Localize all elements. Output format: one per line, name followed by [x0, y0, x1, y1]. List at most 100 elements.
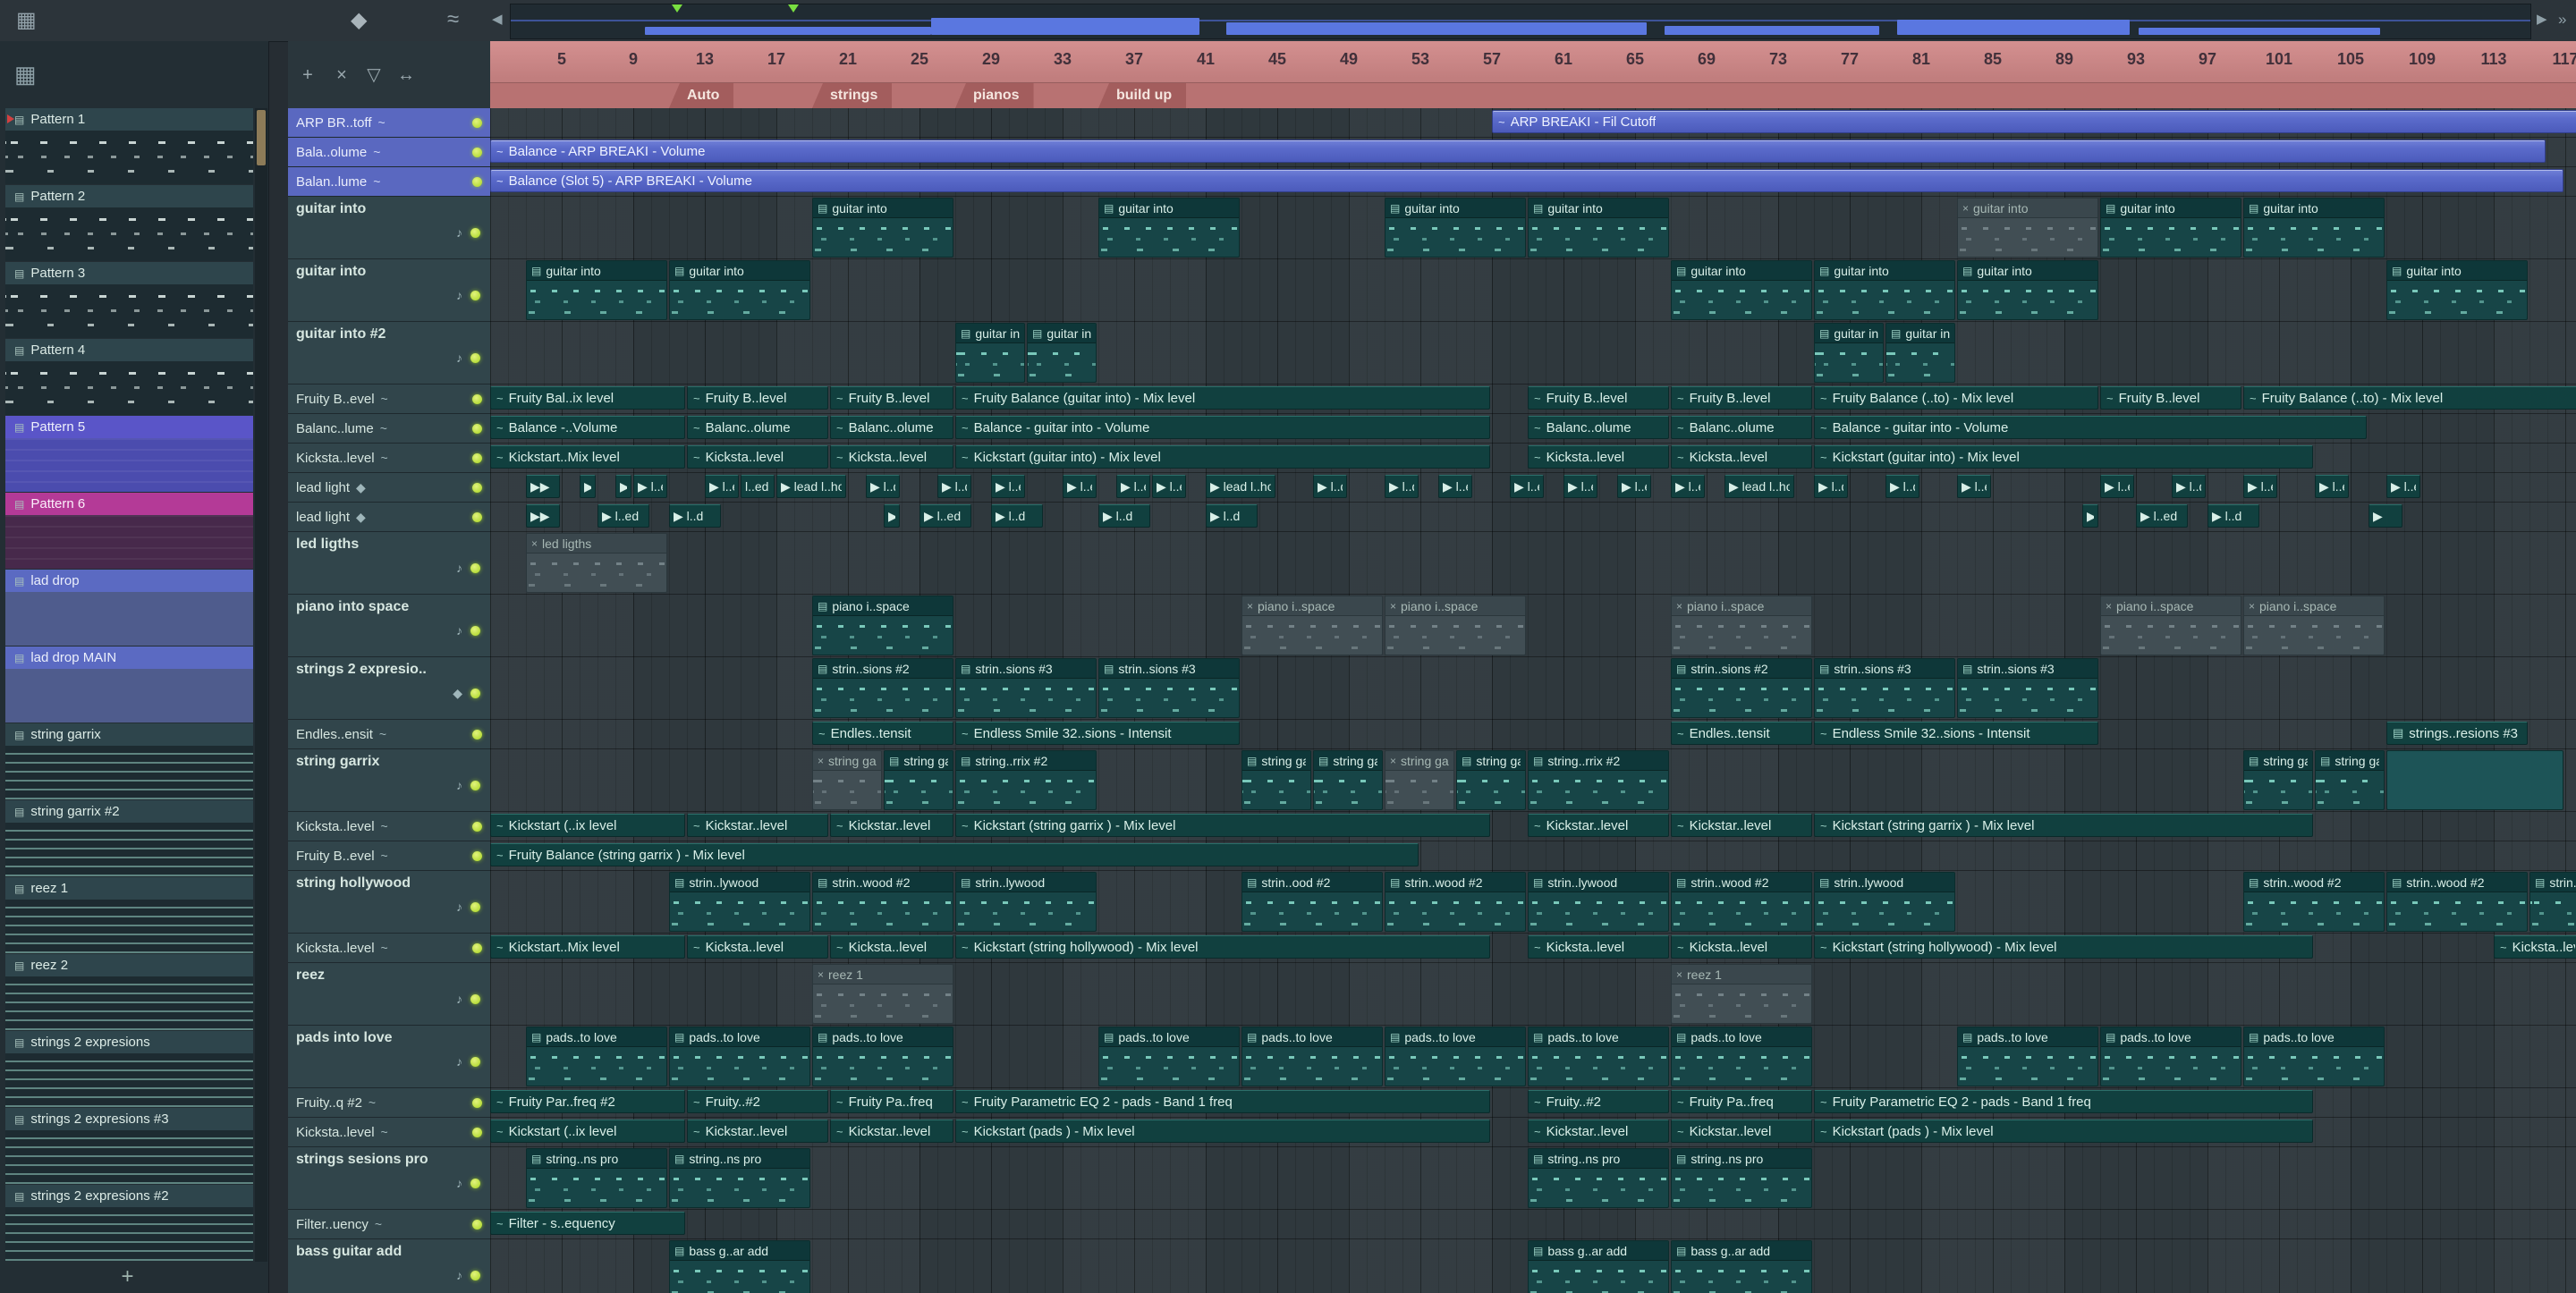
muted-pattern-clip[interactable]: × piano i..space	[2243, 596, 2385, 655]
mute-led[interactable]	[470, 1178, 480, 1188]
pattern-clip[interactable]: ▤guitar into #2	[1814, 323, 1884, 383]
automation-clip[interactable]: ~ Kickstart (string hollywood) - Mix leve…	[1814, 935, 2313, 959]
track-header-guitar-into-2[interactable]: guitar into #2 ♪	[288, 322, 490, 385]
automation-clip[interactable]: ▤ strings..resions #3	[2386, 722, 2528, 745]
mute-led[interactable]	[470, 1270, 480, 1280]
automation-clip[interactable]: ~ Fruity B..level	[830, 386, 953, 410]
muted-pattern-clip[interactable]: × piano i..space	[2100, 596, 2241, 655]
pattern-clip[interactable]: ▤ strin..ood #2	[1241, 872, 1383, 932]
mini-pattern-clip[interactable]: ▶ l..ed	[919, 504, 971, 528]
mini-pattern-clip[interactable]: ▶ l..d	[1814, 475, 1848, 498]
automation-clip[interactable]: ~ ARP BREAKI - Fil Cutoff	[1492, 110, 2576, 133]
mini-pattern-clip[interactable]: ▶ l..ed	[2243, 475, 2277, 498]
mini-pattern-clip[interactable]: ▶ l..ed	[991, 475, 1025, 498]
mute-led[interactable]	[472, 1127, 482, 1137]
pattern-clip[interactable]: ▤ pads..to love	[812, 1027, 953, 1086]
mini-pattern-clip[interactable]: ▶ l..ed	[1957, 475, 1991, 498]
timeline-marker-strings[interactable]: strings	[812, 83, 893, 108]
playlist-lane[interactable]: ~ Kickstart..Mix level ~ Kicksta..level ~ Kic…	[490, 444, 2576, 473]
pattern-clip[interactable]: ▤ guitar into	[1957, 260, 2098, 320]
pattern-clip[interactable]: ▤ string..ns pro	[526, 1148, 667, 1208]
pattern-clip[interactable]: ▤ bass g..ar add	[1671, 1240, 1812, 1293]
automation-clip[interactable]: ~ Balance (Slot 5) - ARP BREAKI - Volume	[490, 169, 2563, 192]
wave-icon[interactable]: ≈	[447, 7, 459, 32]
pattern-item-pattern-3[interactable]: ▤ Pattern 3	[5, 262, 253, 338]
pattern-clip[interactable]: ▤ bass g..ar add	[669, 1240, 810, 1293]
mute-led[interactable]	[470, 290, 480, 300]
playlist-lane[interactable]: ×string garrix ▤string garrix ▤string..rri…	[490, 749, 2576, 812]
pattern-clip[interactable]: ▤ strin..lywood	[955, 872, 1097, 932]
pattern-clip[interactable]: ▤ strin..wood #2	[1671, 872, 1812, 932]
automation-clip[interactable]: ~ Kicksta..level	[830, 445, 953, 469]
playlist-lane[interactable]: ~ Balance - ARP BREAKI - Volume	[490, 138, 2576, 167]
mini-pattern-clip[interactable]: ▶ l..ed	[1063, 475, 1097, 498]
pattern-clip[interactable]: ▤string garrix	[2315, 750, 2385, 810]
track-header-bala-olume[interactable]: Bala..olume ~	[288, 138, 490, 167]
track-header-balan-lume[interactable]: Balan..lume ~	[288, 167, 490, 197]
automation-clip[interactable]: ~ Endles..tensit	[812, 722, 953, 745]
mute-led[interactable]	[472, 117, 482, 128]
pattern-list-scrollbar[interactable]	[255, 108, 267, 1262]
mute-led[interactable]	[470, 689, 480, 698]
mini-pattern-clip[interactable]: ▶ l..ed	[633, 475, 667, 498]
mini-pattern-clip[interactable]: ▶ l..ed	[1510, 475, 1544, 498]
track-header-filter-uency[interactable]: Filter..uency ~	[288, 1210, 490, 1239]
pattern-clip[interactable]: ▤ strin..lywood	[669, 872, 810, 932]
automation-clip[interactable]: ~ Kickstar..level	[687, 814, 828, 837]
pattern-item-lad-drop-main[interactable]: ▤ lad drop MAIN	[5, 646, 253, 723]
pattern-clip[interactable]: ▤ pads..to love	[526, 1027, 667, 1086]
playlist-lane[interactable]: ▤ strin..sions #2 ▤ strin..sions #3 ▤ strin..…	[490, 657, 2576, 720]
mini-pattern-clip[interactable]: ▶ l..ed	[1617, 475, 1651, 498]
pattern-clip[interactable]: ▤ guitar into	[812, 198, 953, 258]
mini-pattern-clip[interactable]: ▶ l..d	[1885, 475, 1919, 498]
pattern-item-pattern-6[interactable]: ▤ Pattern 6	[5, 493, 253, 569]
playlist-lane[interactable]: ▶▶▶▶▶ l..ed▶ l..edl..ed▶ lead l..hoped▶ …	[490, 473, 2576, 503]
mini-pattern-clip[interactable]: ▶ lead l..hoped	[1724, 475, 1794, 498]
muted-pattern-clip[interactable]: × string garrix	[1385, 750, 1454, 810]
track-header-kicksta-level[interactable]: Kicksta..level ~	[288, 1118, 490, 1147]
pattern-clip[interactable]: ▤string garrix	[884, 750, 953, 810]
mute-led[interactable]	[472, 423, 482, 434]
automation-clip[interactable]: ~ Endles..tensit	[1671, 722, 1812, 745]
pattern-clip[interactable]: ▤ guitar into	[1814, 260, 1955, 320]
track-header-arp-br-toff[interactable]: ARP BR..toff ~	[288, 108, 490, 138]
picker-filter-button[interactable]: ▽	[360, 61, 388, 89]
mini-pattern-clip[interactable]: ▶	[615, 475, 631, 498]
mini-pattern-clip[interactable]: ▶	[580, 475, 596, 498]
automation-clip[interactable]: ~ Balanc..olume	[1528, 416, 1669, 439]
track-header-piano-into-space[interactable]: piano into space ♪	[288, 595, 490, 657]
pattern-clip[interactable]: ▤ string..rrix #2	[1528, 750, 1669, 810]
automation-clip[interactable]: ~ Kickstar..level	[1671, 1120, 1812, 1143]
mute-led[interactable]	[470, 901, 480, 912]
picker-add-button[interactable]: +	[293, 61, 322, 89]
automation-clip[interactable]: ~ Fruity Pa..freq	[830, 1090, 953, 1113]
automation-clip[interactable]: ~ Balance - guitar into - Volume	[1814, 416, 2367, 439]
track-header-fruity-b-evel[interactable]: Fruity B..evel ~	[288, 841, 490, 871]
playlist-grid[interactable]: ~ ARP BREAKI - Fil Cutoff ~ Balance - ARP B…	[490, 108, 2576, 1293]
playlist-lane[interactable]: × reez 1 × reez 1	[490, 963, 2576, 1026]
pattern-clip[interactable]: ▤guitar into #2	[1885, 323, 1955, 383]
automation-clip[interactable]: ~ Kicksta..level	[1528, 935, 1669, 959]
picker-delete-button[interactable]: ×	[327, 61, 356, 89]
mute-led[interactable]	[472, 942, 482, 953]
track-header-pads-into-love[interactable]: pads into love ♪	[288, 1026, 490, 1088]
track-header-strings-2-expresio[interactable]: strings 2 expresio.. ◆	[288, 657, 490, 720]
pattern-item-strings-2-expresions-3[interactable]: ▤ strings 2 expresions #3	[5, 1108, 253, 1184]
automation-clip[interactable]: ~ Fruity B..level	[1528, 386, 1669, 410]
scrollbar-thumb[interactable]	[257, 110, 266, 165]
pattern-clip[interactable]	[2386, 750, 2563, 810]
mini-pattern-clip[interactable]: ▶	[884, 504, 900, 528]
automation-clip[interactable]: ~ Fruity B..level	[2100, 386, 2241, 410]
automation-clip[interactable]: ~ Kickstart (guitar into) - Mix level	[955, 445, 1490, 469]
mini-pattern-clip[interactable]: ▶ l..ed	[2136, 504, 2188, 528]
pattern-clip[interactable]: ▤ guitar into	[1385, 198, 1526, 258]
pattern-clip[interactable]: ▤ guitar into	[1528, 198, 1669, 258]
automation-clip[interactable]: ~ Fruity Bal..ix level	[490, 386, 685, 410]
pattern-clip[interactable]: ▤string garrix	[2243, 750, 2313, 810]
track-header-kicksta-level[interactable]: Kicksta..level ~	[288, 444, 490, 473]
mini-pattern-clip[interactable]: ▶ l..d	[866, 475, 900, 498]
scroll-end-button[interactable]: »	[2558, 11, 2566, 29]
pattern-clip[interactable]: ▤ guitar into	[2243, 198, 2385, 258]
pattern-clip[interactable]: ▤ guitar into	[1098, 198, 1240, 258]
pattern-item-string-garrix[interactable]: ▤ string garrix	[5, 723, 253, 799]
